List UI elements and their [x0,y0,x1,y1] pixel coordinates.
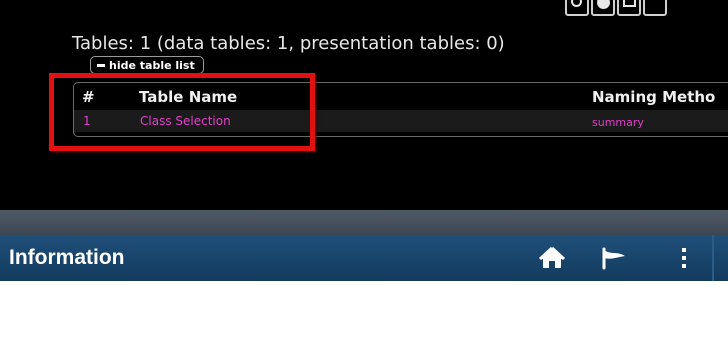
more-vertical-icon[interactable] [672,246,696,270]
separator-band [0,210,728,235]
cell-naming-method[interactable]: summary [592,116,644,129]
debug-panel: Tables: 1 (data tables: 1, presentation … [0,0,728,210]
minus-icon [97,63,105,67]
home-icon[interactable] [538,246,566,270]
col-header-naming-method: Naming Metho [592,88,716,106]
gear-icon[interactable] [591,0,615,16]
refresh-icon[interactable] [565,0,589,16]
panel-toolbar [565,0,667,16]
window-icon[interactable] [617,0,641,16]
content-area [0,281,728,352]
tables-summary: Tables: 1 (data tables: 1, presentation … [72,33,505,54]
information-header: Information [0,235,728,281]
highlight-box [49,73,315,151]
hide-table-list-label: hide table list [109,58,195,72]
header-divider [712,235,714,281]
page-title: Information [9,246,125,269]
flag-icon[interactable] [601,246,629,270]
extra-icon[interactable] [643,0,667,16]
hide-table-list-button[interactable]: hide table list [90,56,204,74]
